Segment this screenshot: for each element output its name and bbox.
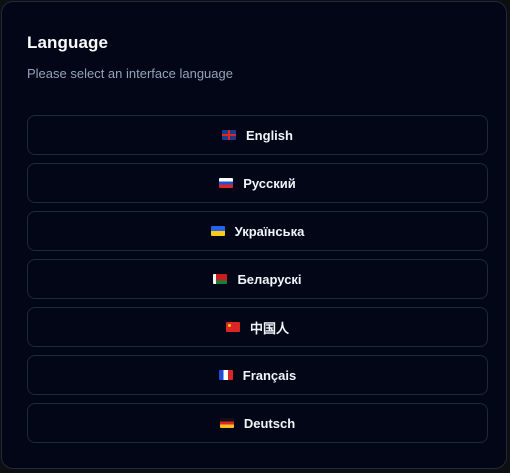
language-option-russian[interactable]: Русский	[27, 163, 488, 203]
language-label: Français	[242, 367, 297, 383]
language-label: Русский	[243, 175, 296, 191]
language-label: Deutsch	[243, 415, 296, 431]
fr-flag-icon	[218, 370, 233, 380]
language-dialog: Language Please select an interface lang…	[1, 1, 507, 469]
ru-flag-icon	[219, 178, 234, 188]
language-list: English Русский Українська Беларускі 中国人…	[27, 115, 488, 451]
language-label: Беларускі	[237, 271, 302, 287]
language-option-french[interactable]: Français	[27, 355, 488, 395]
language-option-german[interactable]: Deutsch	[27, 403, 488, 443]
language-option-chinese[interactable]: 中国人	[27, 307, 488, 347]
dialog-title: Language	[27, 33, 109, 52]
language-label: Українська	[234, 223, 305, 239]
language-option-english[interactable]: English	[27, 115, 488, 155]
language-label: English	[246, 127, 293, 143]
language-label: 中国人	[249, 320, 289, 336]
dialog-subtitle: Please select an interface language	[27, 66, 233, 81]
gb-flag-icon	[222, 130, 237, 140]
language-option-ukrainian[interactable]: Українська	[27, 211, 488, 251]
by-flag-icon	[213, 274, 228, 284]
de-flag-icon	[219, 418, 234, 428]
language-option-belarusian[interactable]: Беларускі	[27, 259, 488, 299]
cn-flag-icon	[225, 322, 240, 332]
ua-flag-icon	[210, 226, 225, 236]
